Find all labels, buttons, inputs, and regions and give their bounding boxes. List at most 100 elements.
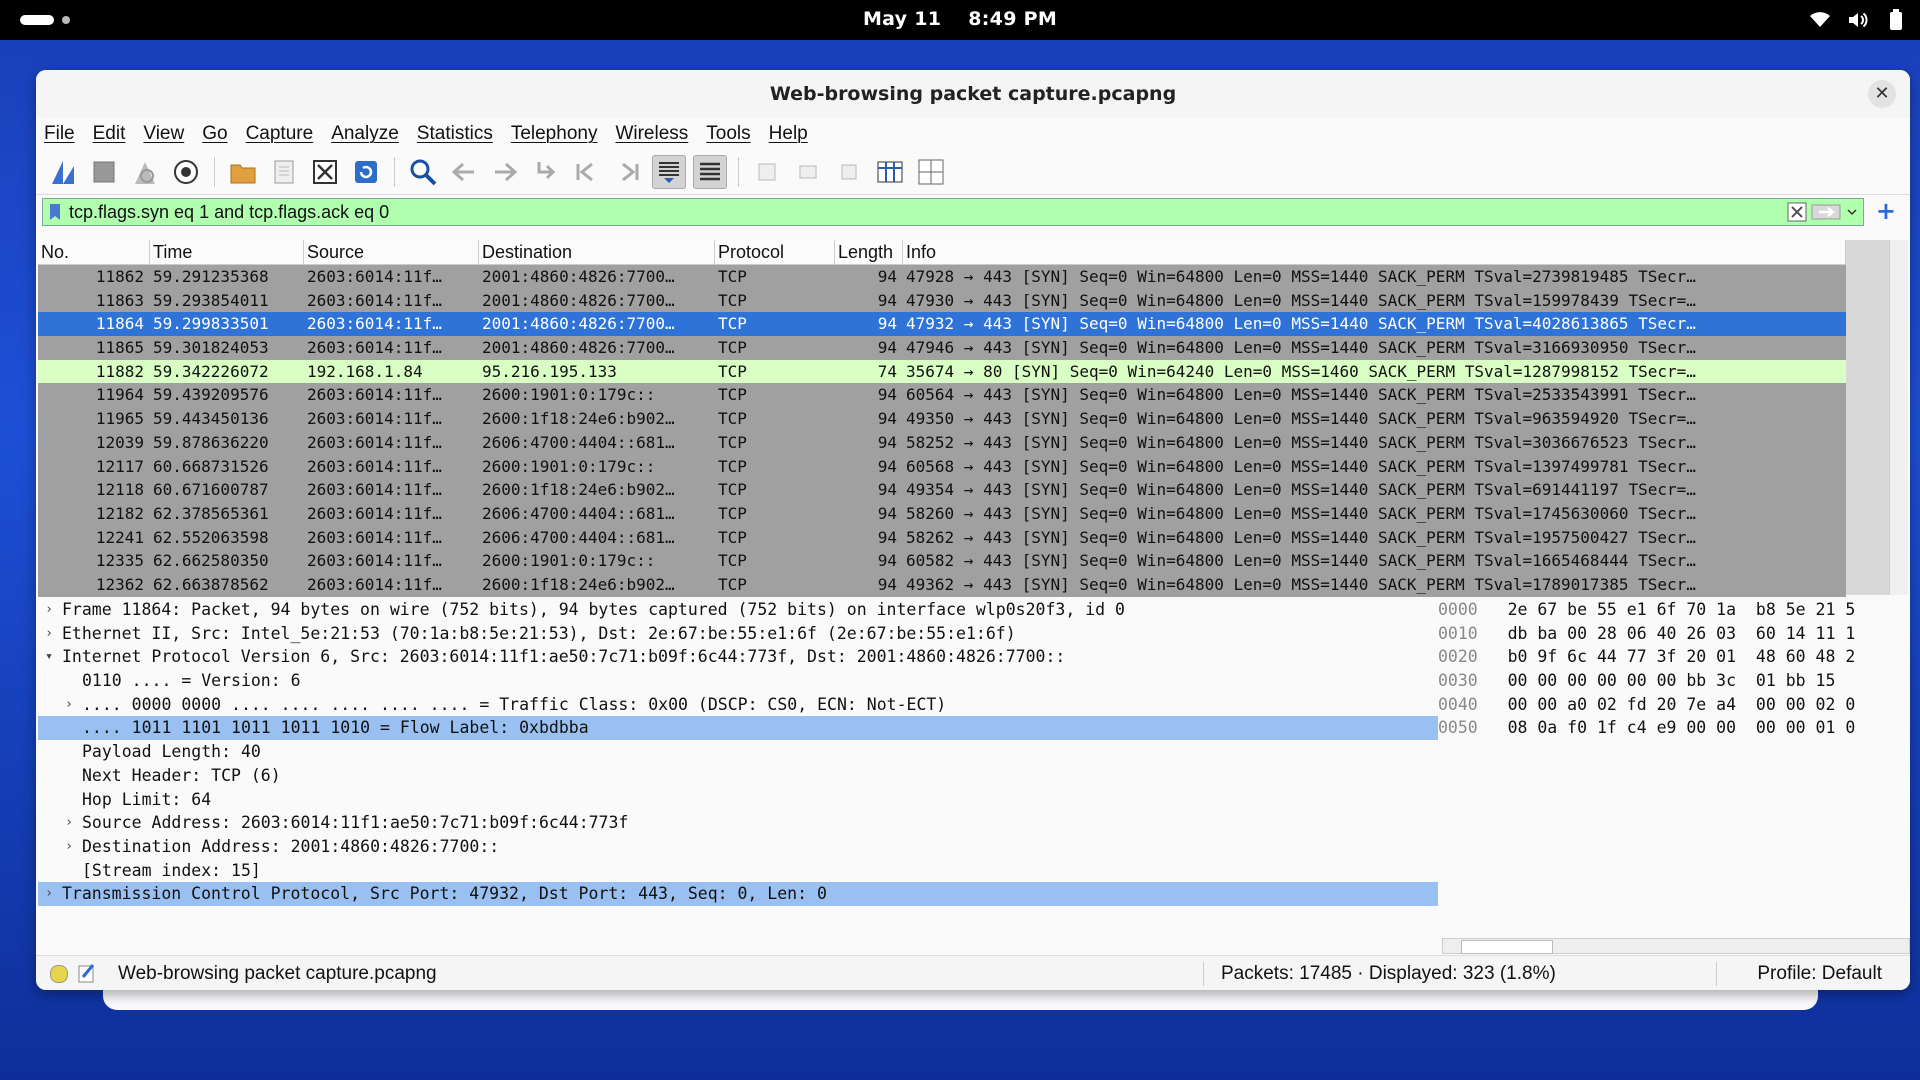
packet-row[interactable]: 12039 59.878636220 2603:6014:11f… 2606:4700…	[38, 430, 1846, 455]
system-clock[interactable]: May 11 8:49 PM	[0, 8, 1920, 30]
packet-row[interactable]: 11863 59.293854011 2603:6014:11f… 2001:4860…	[38, 288, 1846, 313]
restart-capture-icon[interactable]	[128, 155, 162, 189]
packet-row[interactable]: 11864 59.299833501 2603:6014:11f… 2001:4860…	[38, 312, 1846, 337]
column-no[interactable]: No.	[38, 240, 150, 264]
chevron-down-icon[interactable]: ▾	[42, 645, 56, 669]
find-packet-icon[interactable]	[406, 155, 440, 189]
detail-line[interactable]: › Source Address: 2603:6014:11f1:ae50:7c7…	[38, 811, 1438, 835]
packet-row[interactable]: 12182 62.378565361 2603:6014:11f… 2606:4700…	[38, 501, 1846, 526]
detail-line[interactable]: › Frame 11864: Packet, 94 bytes on wire (…	[38, 598, 1438, 622]
chevron-right-icon[interactable]: ›	[42, 882, 56, 906]
detail-line[interactable]: Hop Limit: 64	[38, 788, 1438, 812]
bytes-horizontal-scrollbar[interactable]	[1442, 938, 1910, 954]
menu-tools[interactable]: Tools	[706, 123, 750, 145]
detail-line[interactable]: .... 1011 1101 1011 1011 1010 = Flow Lab…	[38, 716, 1438, 741]
zoom-out-icon[interactable]	[791, 155, 825, 189]
detail-line[interactable]: ▾ Internet Protocol Version 6, Src: 2603:…	[38, 645, 1438, 669]
capture-comment-icon[interactable]	[78, 963, 96, 989]
packet-row[interactable]: 11964 59.439209576 2603:6014:11f… 2600:1901…	[38, 383, 1846, 408]
normal-size-icon[interactable]	[832, 155, 866, 189]
filter-text[interactable]: tcp.flags.syn eq 1 and tcp.flags.ack eq …	[69, 202, 1787, 223]
reload-file-icon[interactable]	[349, 155, 383, 189]
hex-line[interactable]: 0000 2e 67 be 55 e1 6f 70 1a b8 5e 21 5	[1438, 598, 1908, 622]
menu-statistics[interactable]: Statistics	[417, 123, 493, 145]
battery-icon[interactable]	[1884, 8, 1908, 32]
volume-icon[interactable]	[1846, 8, 1870, 32]
hex-line[interactable]: 0050 08 0a f0 1f c4 e9 00 00 00 00 01 0	[1438, 716, 1908, 740]
packet-row[interactable]: 12118 60.671600787 2603:6014:11f… 2600:1f18…	[38, 478, 1846, 502]
title-bar[interactable]: Web-browsing packet capture.pcapng ✕	[36, 70, 1910, 118]
menu-telephony[interactable]: Telephony	[511, 123, 598, 145]
menu-file[interactable]: File	[44, 123, 75, 145]
packet-row[interactable]: 11965 59.443450136 2603:6014:11f… 2600:1f18…	[38, 407, 1846, 431]
go-forward-icon[interactable]	[488, 155, 522, 189]
detail-line[interactable]: › .... 0000 0000 .... .... .... .... ....…	[38, 693, 1438, 717]
column-source[interactable]: Source	[304, 240, 479, 264]
packet-row[interactable]: 12241 62.552063598 2603:6014:11f… 2606:4700…	[38, 525, 1846, 550]
chevron-right-icon[interactable]: ›	[62, 811, 76, 835]
capture-options-icon[interactable]	[169, 155, 203, 189]
detail-line[interactable]: 0110 .... = Version: 6	[38, 669, 1438, 693]
save-file-icon[interactable]	[267, 155, 301, 189]
status-profile[interactable]: Profile: Default	[1757, 963, 1882, 985]
recent-filters-chevron-down-icon[interactable]	[1845, 202, 1859, 222]
wifi-icon[interactable]	[1808, 8, 1832, 32]
hex-line[interactable]: 0020 b0 9f 6c 44 77 3f 20 01 48 60 48 2	[1438, 645, 1908, 669]
go-back-icon[interactable]	[447, 155, 481, 189]
clear-filter-icon[interactable]	[1787, 202, 1807, 222]
detail-line[interactable]: Next Header: TCP (6)	[38, 764, 1438, 788]
menu-edit[interactable]: Edit	[93, 123, 126, 145]
packet-row[interactable]: 11882 59.342226072 192.168.1.84 95.216.195.…	[38, 359, 1846, 384]
zoom-in-icon[interactable]	[750, 155, 784, 189]
hex-line[interactable]: 0030 00 00 00 00 00 00 bb 3c 01 bb 15	[1438, 669, 1908, 693]
chevron-right-icon[interactable]: ›	[42, 598, 56, 622]
add-filter-button[interactable]: +	[1876, 197, 1896, 225]
resize-columns-icon[interactable]	[873, 155, 907, 189]
column-time[interactable]: Time	[150, 240, 304, 264]
last-packet-icon[interactable]	[611, 155, 645, 189]
packet-row[interactable]: 12117 60.668731526 2603:6014:11f… 2600:1901…	[38, 454, 1846, 479]
layout-icon[interactable]	[914, 155, 948, 189]
menu-wireless[interactable]: Wireless	[615, 123, 688, 145]
go-to-packet-icon[interactable]	[529, 155, 563, 189]
autoscroll-icon[interactable]	[652, 155, 686, 189]
column-info[interactable]: Info	[903, 240, 1846, 264]
stop-capture-icon[interactable]	[87, 155, 121, 189]
packet-list-scrollbar[interactable]	[1889, 240, 1908, 595]
close-file-icon[interactable]	[308, 155, 342, 189]
close-button[interactable]: ✕	[1868, 80, 1896, 108]
packet-row[interactable]: 12335 62.662580350 2603:6014:11f… 2600:1901…	[38, 549, 1846, 573]
apply-filter-icon[interactable]	[1811, 202, 1841, 222]
column-protocol[interactable]: Protocol	[715, 240, 835, 264]
menu-help[interactable]: Help	[769, 123, 808, 145]
hex-line[interactable]: 0010 db ba 00 28 06 40 26 03 60 14 11 1	[1438, 622, 1908, 646]
scrollbar-thumb[interactable]	[1461, 940, 1553, 954]
column-destination[interactable]: Destination	[479, 240, 715, 264]
expert-info-indicator[interactable]	[50, 965, 68, 983]
detail-line[interactable]: [Stream index: 15]	[38, 859, 1438, 883]
bookmark-icon[interactable]	[47, 202, 63, 222]
packet-row[interactable]: 11862 59.291235368 2603:6014:11f… 2001:4860…	[38, 265, 1846, 289]
chevron-right-icon[interactable]: ›	[42, 622, 56, 646]
packet-row[interactable]: 11865 59.301824053 2603:6014:11f… 2001:4860…	[38, 336, 1846, 360]
menu-go[interactable]: Go	[202, 123, 227, 145]
system-tray[interactable]	[1808, 8, 1908, 32]
packet-minimap[interactable]	[1846, 240, 1908, 595]
open-file-icon[interactable]	[226, 155, 260, 189]
packet-row[interactable]: 12362 62.663878562 2603:6014:11f… 2600:1f18…	[38, 572, 1846, 597]
menu-analyze[interactable]: Analyze	[331, 123, 399, 145]
detail-line[interactable]: › Destination Address: 2001:4860:4826:770…	[38, 835, 1438, 859]
detail-line[interactable]: › Ethernet II, Src: Intel_5e:21:53 (70:1a…	[38, 622, 1438, 646]
start-capture-icon[interactable]	[46, 155, 80, 189]
menu-capture[interactable]: Capture	[246, 123, 314, 145]
hex-line[interactable]: 0040 00 00 a0 02 fd 20 7e a4 00 00 02 0	[1438, 693, 1908, 717]
display-filter-input[interactable]: tcp.flags.syn eq 1 and tcp.flags.ack eq …	[42, 198, 1864, 226]
menu-view[interactable]: View	[143, 123, 184, 145]
colorize-icon[interactable]	[693, 155, 727, 189]
chevron-right-icon[interactable]: ›	[62, 835, 76, 859]
first-packet-icon[interactable]	[570, 155, 604, 189]
detail-line[interactable]: › Transmission Control Protocol, Src Port…	[38, 882, 1438, 906]
detail-line[interactable]: Payload Length: 40	[38, 740, 1438, 764]
chevron-right-icon[interactable]: ›	[62, 693, 76, 717]
column-length[interactable]: Length	[835, 240, 903, 264]
